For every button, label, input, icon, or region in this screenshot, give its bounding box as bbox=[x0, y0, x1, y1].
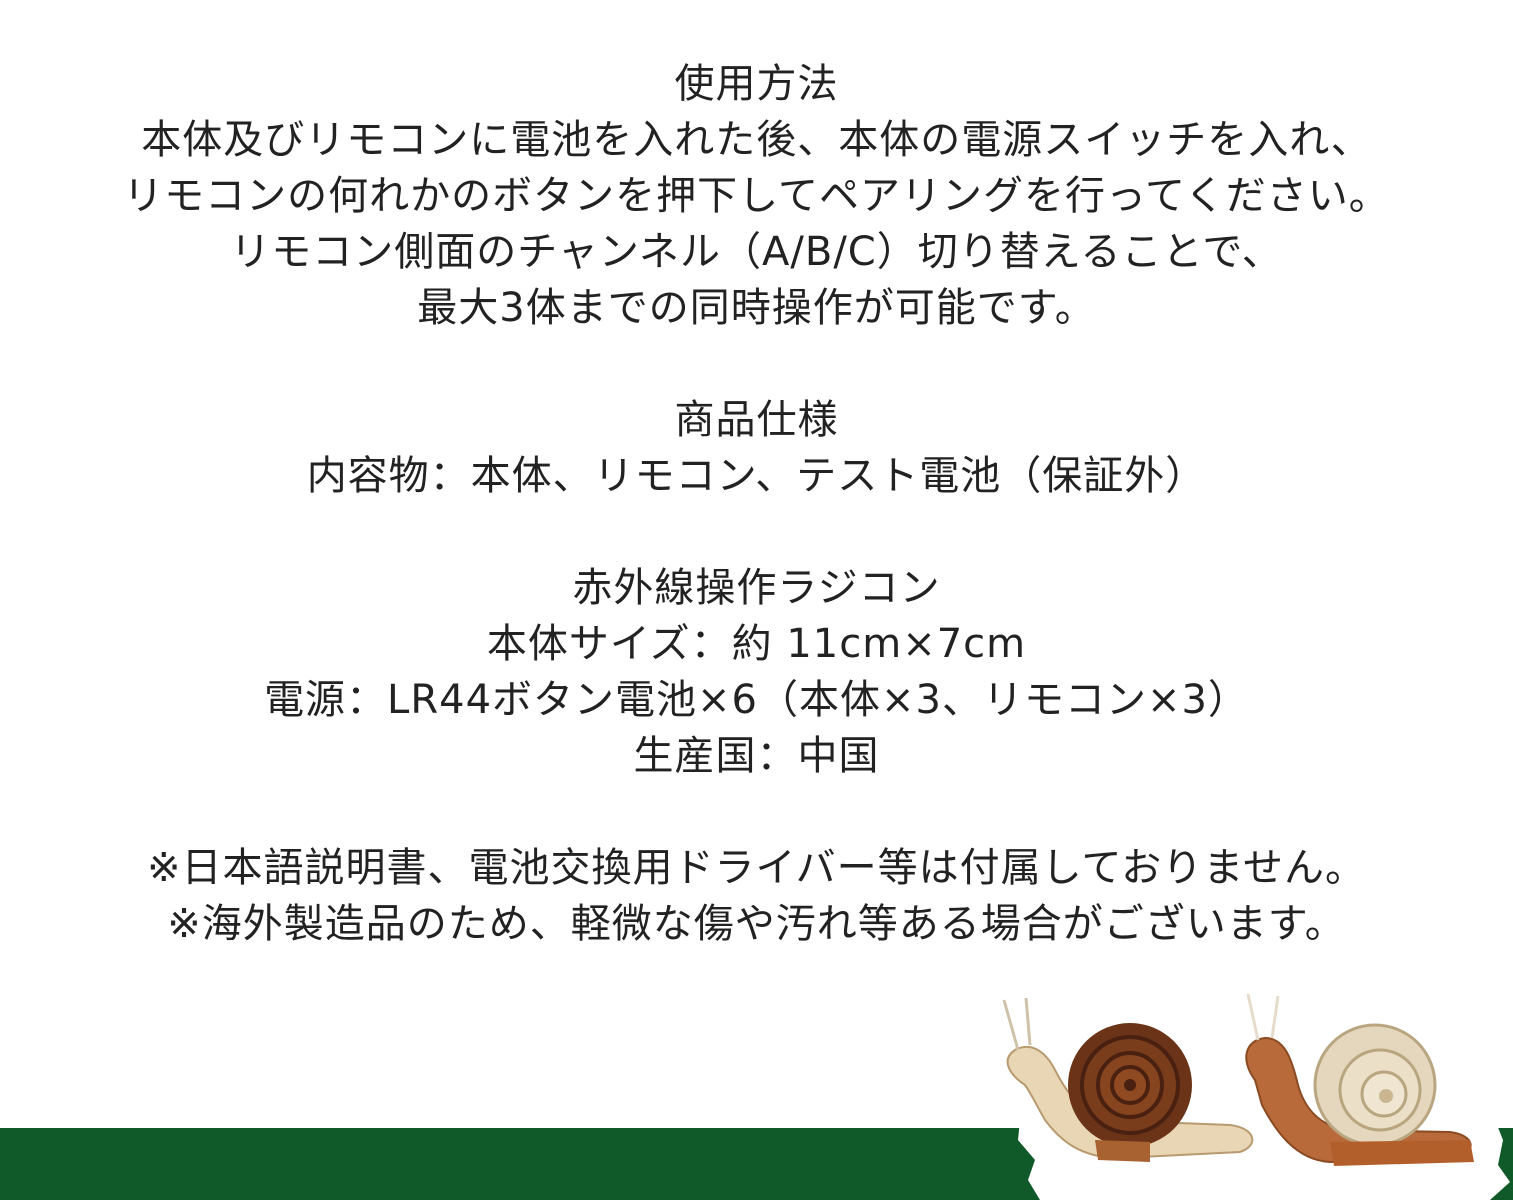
specs-contents: 内容物：本体、リモコン、テスト電池（保証外） bbox=[306, 453, 1207, 499]
specs-origin: 生産国：中国 bbox=[633, 733, 880, 779]
usage-line-4: 最大3体までの同時操作が可能です。 bbox=[417, 285, 1096, 331]
usage-line-3: リモコン側面のチャンネル（A/B/C）切り替えることで、 bbox=[230, 229, 1283, 275]
description-block: 使用方法 本体及びリモコンに電池を入れた後、本体の電源スイッチを入れ、 リモコン… bbox=[0, 56, 1513, 952]
note-1: ※日本語説明書、電池交換用ドライバー等は付属しておりません。 bbox=[146, 845, 1367, 891]
note-2: ※海外製造品のため、軽微な傷や汚れ等ある場合がございます。 bbox=[167, 901, 1346, 947]
specs-heading: 商品仕様 bbox=[674, 397, 839, 443]
usage-line-2: リモコンの何れかのボタンを押下してペアリングを行ってください。 bbox=[123, 173, 1390, 219]
specs-power: 電源：LR44ボタン電池×6（本体×3、リモコン×3） bbox=[264, 677, 1249, 723]
snail-toys-image bbox=[1002, 993, 1510, 1200]
usage-heading: 使用方法 bbox=[674, 61, 839, 107]
specs-size: 本体サイズ：約 11cm×7cm bbox=[486, 621, 1027, 667]
usage-line-1: 本体及びリモコンに電池を入れた後、本体の電源スイッチを入れ、 bbox=[141, 117, 1372, 163]
specs-type: 赤外線操作ラジコン bbox=[572, 565, 941, 611]
